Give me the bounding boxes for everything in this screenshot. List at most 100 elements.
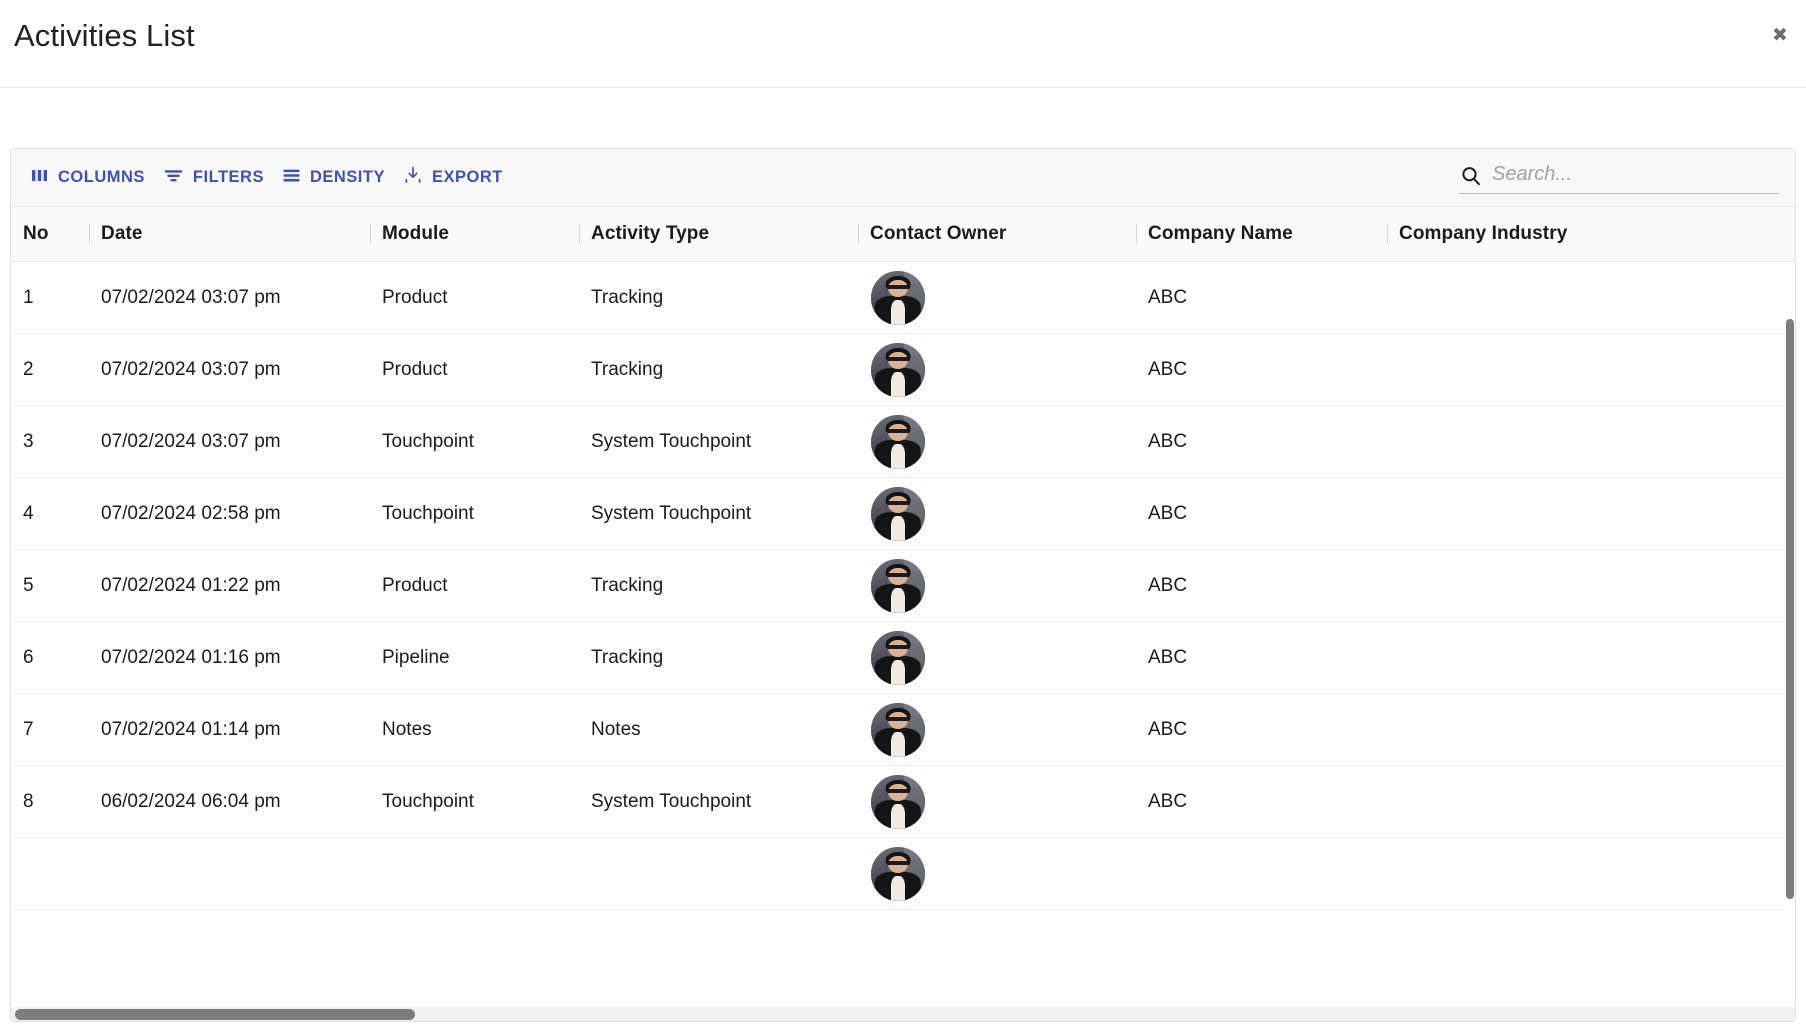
column-header-company-name[interactable]: Company Name xyxy=(1136,207,1387,261)
avatar xyxy=(871,486,925,541)
avatar xyxy=(871,774,925,829)
grid-toolbar: COLUMNS FILTERS DENSITY EXPORT Search... xyxy=(11,149,1795,206)
cell-no: 7 xyxy=(23,718,34,740)
columns-button-label: COLUMNS xyxy=(58,168,145,186)
cell-contact-owner xyxy=(858,478,1136,549)
filters-button[interactable]: FILTERS xyxy=(154,160,273,196)
cell-activity-type: Tracking xyxy=(591,574,664,596)
column-header-contact-owner[interactable]: Contact Owner xyxy=(858,207,1136,261)
cell-company-name: ABC xyxy=(1148,358,1188,380)
avatar xyxy=(871,342,925,397)
cell-company-industry xyxy=(1387,766,1787,837)
cell-contact-owner xyxy=(858,622,1136,693)
export-button-label: EXPORT xyxy=(431,168,503,186)
cell-company-industry xyxy=(1387,622,1787,693)
cell-module: Product xyxy=(382,358,448,380)
column-header-company-industry[interactable]: Company Industry xyxy=(1387,207,1787,261)
cell-activity-type: System Touchpoint xyxy=(591,790,752,812)
cell-company-name: ABC xyxy=(1148,646,1188,668)
table-row[interactable]: 6 07/02/2024 01:16 pm Pipeline Tracking ABC xyxy=(11,622,1795,694)
filter-icon xyxy=(163,165,184,191)
column-header-industry-label: Company Industry xyxy=(1399,223,1568,244)
cell-no: 8 xyxy=(23,790,34,812)
table-row[interactable]: 8 06/02/2024 06:04 pm Touchpoint System Tou… xyxy=(11,766,1795,838)
cell-activity-type: System Touchpoint xyxy=(591,430,752,452)
cell-company-name: ABC xyxy=(1148,790,1188,812)
page-title: Activities List xyxy=(14,18,195,53)
cell-no xyxy=(11,838,89,909)
cell-contact-owner xyxy=(858,838,1136,909)
cell-module: Product xyxy=(382,574,448,596)
cell-contact-owner xyxy=(858,406,1136,477)
cell-company-industry xyxy=(1387,550,1787,621)
column-header-no[interactable]: No xyxy=(11,207,89,261)
search-box[interactable] xyxy=(1459,161,1779,194)
horizontal-scrollbar-thumb[interactable] xyxy=(15,1009,415,1020)
cell-no: 4 xyxy=(23,502,34,524)
cell-company-name: ABC xyxy=(1148,430,1188,452)
avatar xyxy=(871,414,925,469)
cell-activity-type xyxy=(579,838,858,909)
export-button[interactable]: EXPORT xyxy=(394,160,512,195)
density-button[interactable]: DENSITY xyxy=(273,161,394,195)
avatar xyxy=(871,270,925,325)
cell-activity-type: Tracking xyxy=(591,358,664,380)
table-row[interactable]: 3 07/02/2024 03:07 pm Touchpoint System Tou… xyxy=(11,406,1795,478)
grid-scroll-area: No Date Module Activity Type Contact Own… xyxy=(11,206,1795,1021)
cell-contact-owner xyxy=(858,766,1136,837)
search-input[interactable] xyxy=(1492,161,1779,190)
avatar xyxy=(871,630,925,685)
cell-date: 07/02/2024 03:07 pm xyxy=(101,430,281,452)
cell-no: 3 xyxy=(23,430,34,452)
cell-no: 1 xyxy=(23,286,34,308)
cell-company-name: ABC xyxy=(1148,718,1188,740)
dialog-header: Activities List ✖ xyxy=(0,0,1806,88)
cell-company-name: ABC xyxy=(1148,574,1188,596)
close-icon[interactable]: ✖ xyxy=(1767,22,1793,48)
density-icon xyxy=(282,166,301,190)
cell-contact-owner xyxy=(858,334,1136,405)
activities-list-dialog: Activities List ✖ COLUMNS FILTERS DENSIT… xyxy=(0,0,1806,1032)
cell-company-industry xyxy=(1387,262,1787,333)
cell-module: Notes xyxy=(382,718,432,740)
cell-date: 07/02/2024 02:58 pm xyxy=(101,502,281,524)
cell-date: 07/02/2024 01:16 pm xyxy=(101,646,281,668)
table-row[interactable]: 5 07/02/2024 01:22 pm Product Tracking ABC xyxy=(11,550,1795,622)
table-header-row: No Date Module Activity Type Contact Own… xyxy=(11,206,1795,262)
column-header-activity-type[interactable]: Activity Type xyxy=(579,207,858,261)
cell-activity-type: Tracking xyxy=(591,646,664,668)
vertical-scrollbar-thumb[interactable] xyxy=(1786,319,1794,899)
column-header-activity-label: Activity Type xyxy=(591,223,710,244)
table-row[interactable]: 2 07/02/2024 03:07 pm Product Tracking ABC xyxy=(11,334,1795,406)
cell-activity-type: Tracking xyxy=(591,286,664,308)
filters-button-label: FILTERS xyxy=(192,168,264,186)
toolbar-actions: COLUMNS FILTERS DENSITY EXPORT xyxy=(21,160,512,196)
data-grid: COLUMNS FILTERS DENSITY EXPORT Search...… xyxy=(10,148,1796,1022)
cell-company-name xyxy=(1136,838,1387,909)
table-row[interactable] xyxy=(11,838,1795,910)
table-row[interactable]: 7 07/02/2024 01:14 pm Notes Notes ABC xyxy=(11,694,1795,766)
cell-company-industry xyxy=(1387,478,1787,549)
cell-company-industry xyxy=(1387,694,1787,765)
cell-module: Pipeline xyxy=(382,646,450,668)
vertical-scrollbar[interactable] xyxy=(1784,319,1795,1021)
column-header-company-label: Company Name xyxy=(1148,223,1293,244)
table-body: 1 07/02/2024 03:07 pm Product Tracking ABC 2 0… xyxy=(11,262,1795,1021)
cell-date: 07/02/2024 03:07 pm xyxy=(101,358,281,380)
cell-no: 2 xyxy=(23,358,34,380)
avatar xyxy=(871,846,925,901)
cell-company-industry xyxy=(1387,334,1787,405)
cell-module: Product xyxy=(382,286,448,308)
column-header-date[interactable]: Date xyxy=(89,207,370,261)
column-header-module[interactable]: Module xyxy=(370,207,579,261)
columns-button[interactable]: COLUMNS xyxy=(21,161,154,195)
cell-contact-owner xyxy=(858,694,1136,765)
cell-company-name: ABC xyxy=(1148,502,1188,524)
cell-company-industry xyxy=(1387,406,1787,477)
horizontal-scrollbar[interactable] xyxy=(11,1007,1795,1021)
table-row[interactable]: 4 07/02/2024 02:58 pm Touchpoint System Tou… xyxy=(11,478,1795,550)
cell-date: 07/02/2024 01:22 pm xyxy=(101,574,281,596)
cell-activity-type: System Touchpoint xyxy=(591,502,752,524)
columns-icon xyxy=(30,166,49,190)
table-row[interactable]: 1 07/02/2024 03:07 pm Product Tracking ABC xyxy=(11,262,1795,334)
